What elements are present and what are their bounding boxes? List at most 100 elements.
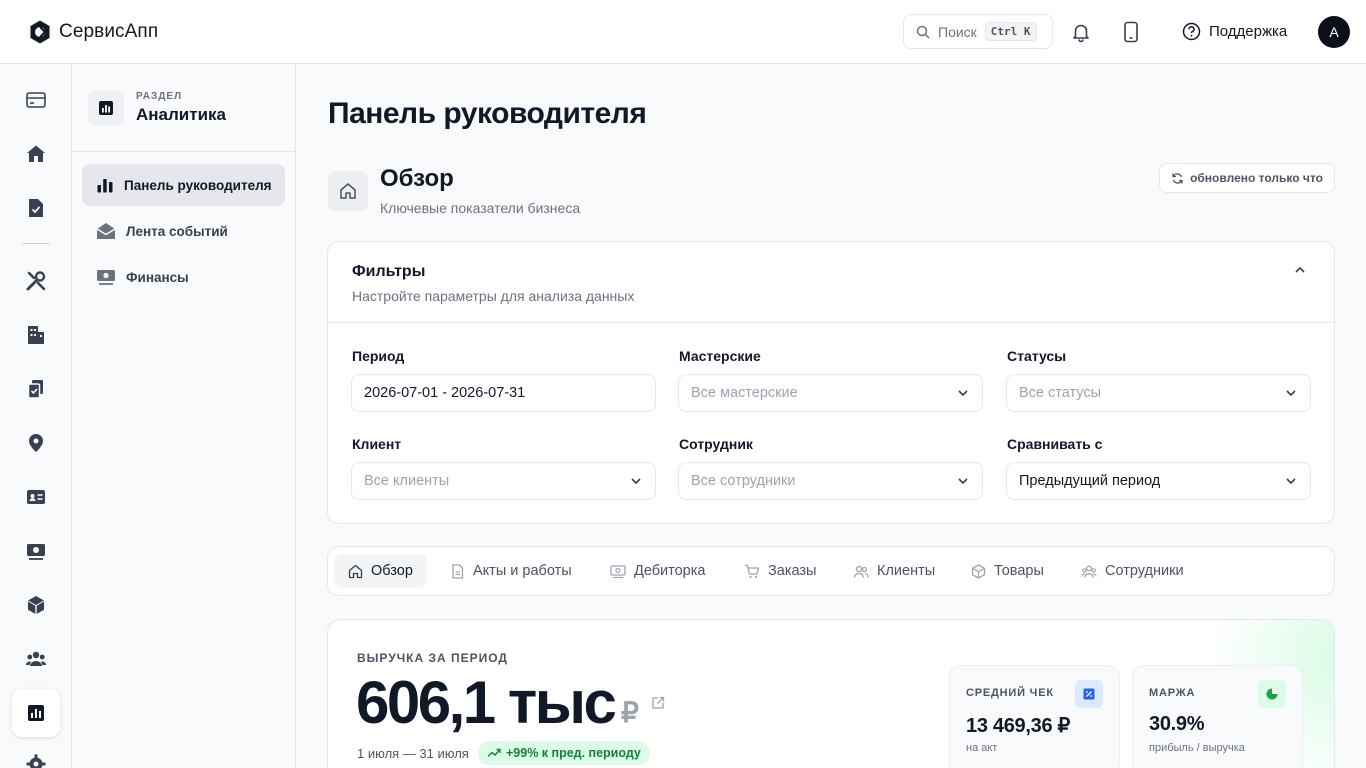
filters-card: Фильтры Настройте параметры для анализа … bbox=[327, 241, 1335, 524]
overview-home-icon bbox=[328, 171, 368, 211]
rail-cube-icon[interactable] bbox=[24, 593, 48, 617]
tab-label: Обзор bbox=[371, 563, 413, 579]
chevron-down-icon bbox=[956, 386, 970, 400]
search-button[interactable]: Поиск Ctrl K bbox=[903, 14, 1053, 49]
statuses-select[interactable]: Все статусы bbox=[1006, 374, 1311, 412]
phone-icon bbox=[1123, 21, 1139, 43]
rail-home-icon[interactable] bbox=[24, 142, 48, 166]
search-icon bbox=[916, 25, 930, 39]
statuses-label: Статусы bbox=[1007, 348, 1067, 364]
workshops-label: Мастерские bbox=[679, 348, 761, 364]
nav-item-events[interactable]: Лента событий bbox=[82, 210, 285, 252]
nav-item-label: Лента событий bbox=[126, 223, 228, 239]
compare-label: Сравнивать с bbox=[1007, 436, 1103, 452]
rail-tools-icon[interactable] bbox=[24, 269, 48, 293]
kpi-value: 30.9% bbox=[1149, 713, 1205, 735]
refresh-icon bbox=[1171, 172, 1184, 185]
period-label: Период bbox=[352, 348, 405, 364]
nav-item-finance[interactable]: Финансы bbox=[82, 256, 285, 298]
refresh-button[interactable]: обновлено только что bbox=[1159, 163, 1335, 193]
document-icon bbox=[450, 563, 465, 579]
nav-item-label: Финансы bbox=[126, 269, 189, 285]
client-select[interactable]: Все клиенты bbox=[351, 462, 656, 500]
filters-divider bbox=[328, 322, 1334, 323]
client-label: Клиент bbox=[352, 436, 402, 452]
compare-value: Предыдущий период bbox=[1019, 473, 1161, 489]
employee-label: Сотрудник bbox=[679, 436, 753, 452]
revenue-value: 606,1 тыс bbox=[356, 669, 617, 736]
tab-acts[interactable]: Акты и работы bbox=[436, 554, 586, 588]
top-bar: СервисАпп Поиск Ctrl K Поддержка A bbox=[0, 0, 1366, 64]
rail-users-icon[interactable] bbox=[24, 647, 48, 671]
tab-employees[interactable]: Сотрудники bbox=[1067, 554, 1198, 588]
statuses-placeholder: Все статусы bbox=[1019, 385, 1102, 401]
tab-orders[interactable]: Заказы bbox=[730, 554, 830, 588]
help-circle-icon bbox=[1182, 22, 1201, 41]
rail-location-pin-icon[interactable] bbox=[24, 431, 48, 455]
cart-icon bbox=[744, 564, 760, 579]
support-button[interactable]: Поддержка bbox=[1182, 22, 1287, 41]
page-title: Панель руководителя bbox=[328, 97, 647, 130]
cash-icon bbox=[96, 268, 116, 286]
tab-overview[interactable]: Обзор bbox=[334, 554, 427, 588]
rail-chart-bar-icon[interactable] bbox=[12, 689, 60, 737]
tab-products[interactable]: Товары bbox=[957, 554, 1058, 588]
bell-icon bbox=[1070, 21, 1092, 43]
period-input[interactable]: 2026-07-01 - 2026-07-31 bbox=[351, 374, 656, 412]
tab-clients[interactable]: Клиенты bbox=[839, 554, 949, 588]
user-avatar[interactable]: A bbox=[1318, 16, 1350, 48]
tab-label: Клиенты bbox=[877, 563, 936, 579]
rail-settings-icon[interactable] bbox=[24, 752, 48, 768]
kpi-label: СРЕДНИЙ ЧЕК bbox=[966, 687, 1054, 699]
notifications-button[interactable] bbox=[1070, 21, 1092, 43]
revenue-label: ВЫРУЧКА ЗА ПЕРИОД bbox=[357, 651, 508, 665]
section-sidebar: РАЗДЕЛ Аналитика Панель руководителя Лен… bbox=[72, 64, 296, 768]
revenue-card: ВЫРУЧКА ЗА ПЕРИОД 606,1 тыс ₽ 1 июля — 3… bbox=[327, 619, 1335, 768]
nav-item-dashboard[interactable]: Панель руководителя bbox=[82, 164, 285, 206]
tab-label: Заказы bbox=[768, 563, 817, 579]
employee-select[interactable]: Все сотрудники bbox=[678, 462, 983, 500]
filters-subtitle: Настройте параметры для анализа данных bbox=[352, 288, 635, 304]
cube-icon bbox=[971, 563, 986, 579]
section-header: РАЗДЕЛ Аналитика bbox=[72, 64, 295, 152]
rail-building-icon[interactable] bbox=[24, 323, 48, 347]
tab-receivables[interactable]: Дебиторка bbox=[596, 554, 719, 588]
compare-select[interactable]: Предыдущий период bbox=[1006, 462, 1311, 500]
overview-title: Обзор bbox=[380, 165, 454, 192]
kpi-note: на акт bbox=[966, 742, 998, 754]
open-revenue-details-button[interactable] bbox=[651, 696, 665, 710]
employee-placeholder: Все сотрудники bbox=[691, 473, 796, 489]
app-logo[interactable]: СервисАпп bbox=[27, 19, 158, 45]
chevron-down-icon bbox=[1284, 474, 1298, 488]
revenue-change-badge: +99% к пред. периоду bbox=[478, 741, 650, 765]
filters-title: Фильтры bbox=[352, 263, 426, 280]
mobile-app-button[interactable] bbox=[1123, 21, 1139, 43]
kpi-value: 13 469,36 ₽ bbox=[966, 715, 1070, 737]
nav-item-label: Панель руководителя bbox=[124, 177, 272, 193]
workshops-select[interactable]: Все мастерские bbox=[678, 374, 983, 412]
search-shortcut: Ctrl K bbox=[984, 22, 1037, 41]
cash-icon bbox=[610, 564, 626, 579]
rail-cash-icon[interactable] bbox=[24, 539, 48, 563]
revenue-change: +99% к пред. периоду bbox=[506, 746, 641, 760]
users-group-icon bbox=[1081, 564, 1097, 579]
period-value: 2026-07-01 - 2026-07-31 bbox=[364, 385, 526, 401]
chart-bar-icon bbox=[96, 176, 114, 194]
rail-document-check-icon[interactable] bbox=[24, 196, 48, 220]
chevron-down-icon bbox=[629, 474, 643, 488]
rail-id-card-icon[interactable] bbox=[24, 485, 48, 509]
rail-clipboard-check-icon[interactable] bbox=[24, 377, 48, 401]
section-title: Аналитика bbox=[136, 105, 226, 124]
rail-card-icon[interactable] bbox=[24, 88, 48, 112]
external-link-icon bbox=[651, 696, 665, 710]
kpi-note: прибыль / выручка bbox=[1149, 742, 1245, 754]
overview-subtitle: Ключевые показатели бизнеса bbox=[380, 200, 581, 216]
refresh-label: обновлено только что bbox=[1190, 171, 1323, 185]
rail-divider bbox=[22, 243, 50, 244]
kpi-margin: МАРЖА 30.9% прибыль / выручка bbox=[1132, 665, 1303, 768]
collapse-filters-button[interactable] bbox=[1292, 262, 1308, 278]
app-name: СервисАпп bbox=[59, 21, 159, 42]
revenue-range: 1 июля — 31 июля bbox=[357, 746, 469, 761]
envelope-open-icon bbox=[96, 222, 116, 240]
trend-up-icon bbox=[487, 748, 501, 758]
